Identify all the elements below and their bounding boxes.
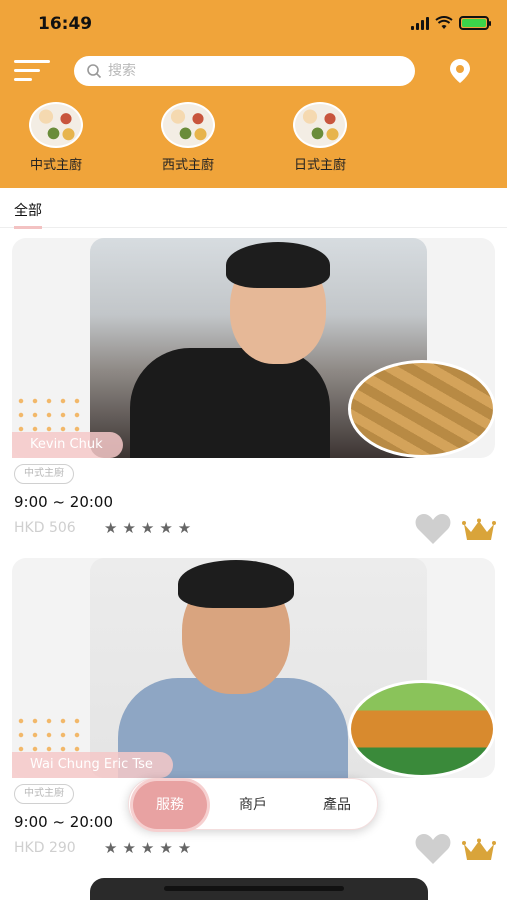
- chef-price: HKD 290: [14, 840, 76, 856]
- header: 16:49 中式主廚: [0, 0, 507, 188]
- heart-icon[interactable]: [414, 512, 452, 546]
- dish-image: [348, 360, 496, 458]
- rating-stars: ★★★★★: [104, 839, 197, 857]
- chef-price: HKD 506: [14, 520, 76, 536]
- category-label: 西式主廚: [161, 158, 214, 173]
- decor-dots: [14, 714, 84, 754]
- crown-icon: [462, 518, 496, 540]
- status-icons: [411, 16, 491, 30]
- nav-services-label: 服務: [156, 797, 184, 813]
- chef-hours: 9:00 ~ 20:00: [14, 813, 114, 831]
- category-thumbnail: [293, 102, 347, 148]
- category-western-chef[interactable]: 西式主廚: [148, 102, 228, 173]
- app-screen: 16:49 中式主廚: [0, 0, 507, 900]
- nav-services[interactable]: 服務: [133, 781, 207, 829]
- location-pin-icon[interactable]: [448, 58, 472, 84]
- chef-category-badge: 中式主廚: [14, 784, 74, 804]
- chef-name: Kevin Chuk: [12, 432, 123, 458]
- chef-card[interactable]: Kevin Chuk 中式主廚 9:00 ~ 20:00 HKD 506 ★★★…: [12, 238, 496, 558]
- search-bar[interactable]: [74, 56, 415, 86]
- chef-body: [130, 348, 330, 458]
- chef-hours: 9:00 ~ 20:00: [14, 493, 114, 511]
- chef-name: Wai Chung Eric Tse: [12, 752, 173, 778]
- chef-category-badge: 中式主廚: [14, 464, 74, 484]
- wifi-icon: [435, 16, 453, 29]
- bottom-nav: 服務 商戶 產品: [128, 778, 378, 830]
- category-label: 中式主廚: [29, 158, 82, 173]
- hamburger-icon[interactable]: [14, 60, 50, 82]
- dish-image: [348, 680, 496, 778]
- search-icon: [87, 64, 102, 79]
- rating-stars: ★★★★★: [104, 519, 197, 537]
- chef-hair: [178, 560, 294, 608]
- decor-dots: [14, 394, 84, 434]
- signal-icon: [411, 16, 429, 30]
- search-input[interactable]: [108, 63, 388, 79]
- category-japanese-chef[interactable]: 日式主廚: [280, 102, 360, 173]
- home-indicator: [164, 886, 344, 891]
- battery-icon: [459, 16, 491, 30]
- nav-merchants[interactable]: 商戶: [223, 779, 283, 831]
- nav-products[interactable]: 產品: [307, 779, 367, 831]
- status-time: 16:49: [38, 14, 93, 34]
- category-label: 日式主廚: [293, 158, 346, 173]
- tab-bar: 全部: [0, 188, 507, 229]
- heart-icon[interactable]: [414, 832, 452, 866]
- chef-hair: [226, 242, 330, 288]
- category-thumbnail: [161, 102, 215, 148]
- category-thumbnail: [29, 102, 83, 148]
- crown-icon: [462, 838, 496, 860]
- tab-all[interactable]: 全部: [14, 200, 42, 229]
- category-chinese-chef[interactable]: 中式主廚: [16, 102, 96, 173]
